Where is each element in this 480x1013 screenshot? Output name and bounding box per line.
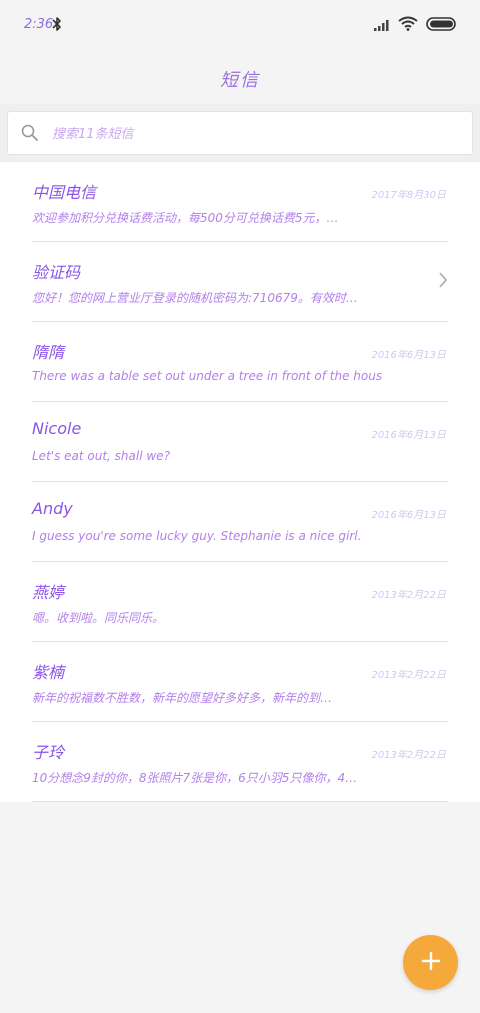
message-item[interactable]: 子玲 2013年2月22日 10分想念9封的你，8张照片7张是你，6只小羽5只像…	[32, 722, 448, 802]
app-header: 短信	[0, 52, 480, 104]
message-item[interactable]: Andy 2016年6月13日 I guess you're some luck…	[32, 482, 448, 562]
message-date: 2013年2月22日	[371, 750, 446, 761]
message-preview: 欢迎参加积分兑换话费活动，每500分可兑换话费5元，…	[32, 211, 339, 225]
message-sender: Nicole	[32, 419, 82, 438]
message-sender: 燕婷	[32, 583, 65, 602]
message-preview: 嗯。收到啦。同乐同乐。	[32, 611, 165, 625]
message-sender: Andy	[32, 499, 73, 518]
search-box[interactable]	[7, 111, 473, 155]
message-date: 2016年6月13日	[371, 350, 446, 361]
status-time: 2:36	[24, 17, 54, 32]
wifi-icon	[398, 16, 418, 35]
new-message-button[interactable]	[403, 935, 458, 990]
message-sender: 子玲	[32, 743, 65, 762]
message-date: 2013年2月22日	[371, 670, 446, 681]
message-item[interactable]: 验证码 您好！您的网上营业厅登录的随机密码为:710679。有效时…	[32, 242, 448, 322]
message-date: 2016年6月13日	[371, 510, 446, 521]
message-sender: 验证码	[32, 263, 81, 282]
plus-icon	[421, 951, 441, 975]
message-preview: 您好！您的网上营业厅登录的随机密码为:710679。有效时…	[32, 291, 358, 305]
signal-icon	[374, 16, 390, 35]
message-date: 2016年6月13日	[371, 430, 446, 441]
page-title: 短信	[220, 70, 260, 91]
message-preview: 新年的祝福数不胜数，新年的愿望好多好多，新年的到…	[32, 691, 333, 705]
message-item[interactable]: Nicole 2016年6月13日 Let's eat out, shall w…	[32, 402, 448, 482]
bluetooth-icon	[52, 16, 62, 36]
search-bar	[0, 104, 480, 162]
search-icon	[21, 124, 39, 146]
search-input[interactable]	[52, 122, 452, 146]
message-item[interactable]: 燕婷 2013年2月22日 嗯。收到啦。同乐同乐。	[32, 562, 448, 642]
message-preview: Let's eat out, shall we?	[32, 449, 170, 463]
message-preview: There was a table set out under a tree i…	[32, 369, 383, 383]
status-bar: 2:36	[0, 0, 480, 52]
message-item[interactable]: 隋隋 2016年6月13日 There was a table set out …	[32, 322, 448, 402]
chevron-right-icon[interactable]	[438, 272, 448, 292]
message-item[interactable]: 中国电信 2017年8月30日 欢迎参加积分兑换话费活动，每500分可兑换话费5…	[32, 162, 448, 242]
battery-icon	[426, 16, 458, 35]
message-list: 中国电信 2017年8月30日 欢迎参加积分兑换话费活动，每500分可兑换话费5…	[0, 162, 480, 802]
message-date: 2013年2月22日	[371, 590, 446, 601]
message-preview: 10分想念9封的你，8张照片7张是你，6只小羽5只像你，4…	[32, 771, 358, 785]
message-date: 2017年8月30日	[371, 190, 446, 201]
message-preview: I guess you're some lucky guy. Stephanie…	[32, 529, 362, 543]
message-sender: 中国电信	[32, 183, 97, 202]
message-sender: 紫楠	[32, 663, 65, 682]
message-sender: 隋隋	[32, 343, 65, 362]
message-item[interactable]: 紫楠 2013年2月22日 新年的祝福数不胜数，新年的愿望好多好多，新年的到…	[32, 642, 448, 722]
